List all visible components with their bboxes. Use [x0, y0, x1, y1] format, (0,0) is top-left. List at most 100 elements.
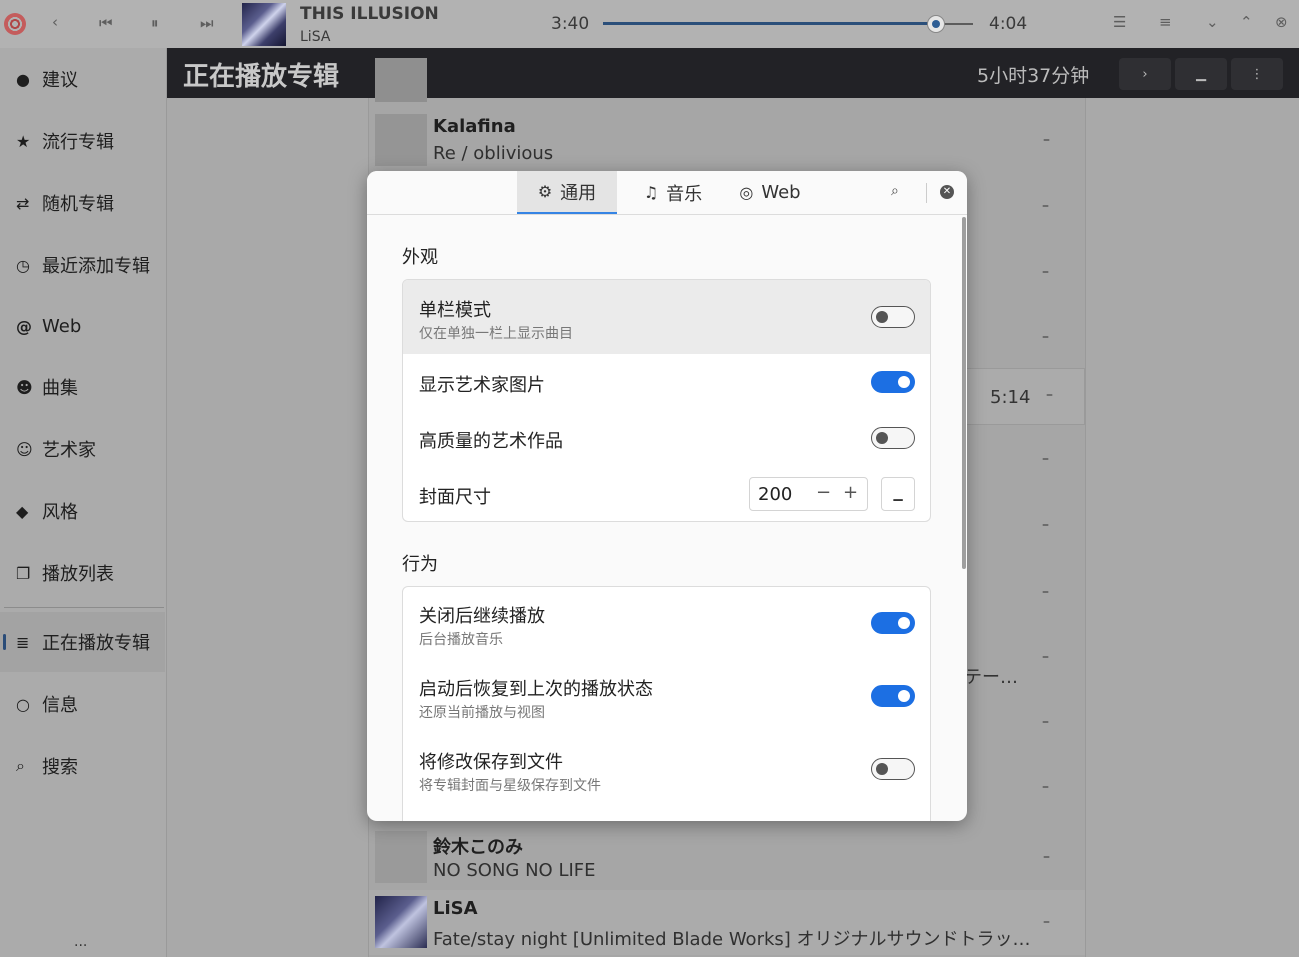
close-window-icon[interactable]: ⊗: [1275, 15, 1288, 30]
pref-row-artist-images[interactable]: 显示艺术家图片: [403, 354, 930, 410]
sidebar-item-label: 最近添加专辑: [42, 256, 150, 277]
row-dash: –: [1042, 451, 1049, 467]
sidebar-item-recent-albums[interactable]: ◷ 最近添加专辑: [0, 235, 165, 295]
list-item[interactable]: 鈴木このみ NO SONG NO LIFE –: [369, 825, 1085, 890]
pref-label: 关闭后继续播放: [419, 606, 545, 627]
sidebar-item-label: 随机专辑: [42, 194, 114, 215]
people-icon: ☻: [16, 377, 33, 397]
sidebar-item-label: 正在播放专辑: [42, 633, 150, 654]
row-album: NO SONG NO LIFE: [433, 860, 596, 881]
pref-row-single-column[interactable]: 单栏模式 仅在单独一栏上显示曲目: [403, 280, 930, 354]
play-now-button[interactable]: ›: [1119, 58, 1171, 90]
tab-general[interactable]: ⚙ 通用: [517, 171, 617, 214]
more-options-button[interactable]: ⋮: [1231, 58, 1283, 90]
sidebar-item-label: 流行专辑: [42, 132, 114, 153]
appearance-card: 单栏模式 仅在单独一栏上显示曲目 显示艺术家图片 高质量的艺术作品 封面尺寸 2…: [402, 279, 931, 522]
sidebar-item-compilations[interactable]: ☻ 曲集: [0, 357, 165, 417]
search-icon[interactable]: ⌕: [891, 183, 899, 199]
section-title-behavior: 行为: [402, 554, 438, 575]
sidebar-item-search[interactable]: ⌕ 搜索: [0, 736, 165, 796]
pref-subtitle: 后台播放音乐: [419, 632, 503, 648]
menu-icon[interactable]: ≡: [1159, 15, 1172, 30]
pref-label: 单栏模式: [419, 300, 491, 321]
sidebar-item-label: 风格: [42, 502, 78, 523]
close-icon[interactable]: ✕: [940, 185, 954, 199]
pref-row-save-to-file[interactable]: 将修改保存到文件 将专辑封面与星级保存到文件: [403, 733, 930, 806]
row-dash: –: [1042, 584, 1049, 600]
row-dash: –: [1043, 132, 1050, 148]
restore-state-switch[interactable]: [871, 685, 915, 707]
pref-label: 高质量的艺术作品: [419, 431, 563, 452]
pref-label: 启动后恢复到上次的播放状态: [419, 679, 653, 700]
keep-playing-switch[interactable]: [871, 612, 915, 634]
row-album: Re / oblivious: [433, 143, 554, 164]
sidebar-item-artists[interactable]: ☺ 艺术家: [0, 419, 165, 479]
pref-subtitle: 将专辑封面与星级保存到文件: [419, 778, 601, 794]
queue-icon: ≣: [16, 632, 30, 652]
pref-row-keep-playing[interactable]: 关闭后继续播放 后台播放音乐: [403, 587, 930, 660]
decrement-button[interactable]: −: [816, 482, 831, 503]
music-note-icon: ♫: [643, 183, 659, 202]
row-artist: Kalafina: [433, 116, 516, 137]
cover-size-spinbox[interactable]: 200 − +: [749, 477, 868, 511]
pref-label: 封面尺寸: [419, 487, 491, 508]
increment-button[interactable]: +: [843, 482, 858, 503]
sidebar-item-web[interactable]: @ Web: [0, 296, 165, 356]
save-to-file-switch[interactable]: [871, 758, 915, 780]
artist-images-switch[interactable]: [871, 371, 915, 393]
list-item[interactable]: Kalafina Re / oblivious –: [369, 108, 1085, 173]
playqueue-icon[interactable]: ☰: [1113, 15, 1126, 30]
bulb-icon: ●: [16, 69, 30, 89]
row-duration: 5:14: [990, 387, 1031, 408]
shuffle-icon: ⇄: [16, 193, 30, 213]
reset-cover-size-button[interactable]: ▁: [881, 477, 915, 511]
hq-artwork-switch[interactable]: [871, 427, 915, 449]
lightbulb-icon: ○: [16, 694, 30, 714]
tag-icon: ◆: [16, 501, 29, 521]
brush-icon: ▁: [1196, 66, 1206, 82]
sidebar-item-playlists[interactable]: ❐ 播放列表: [0, 543, 165, 603]
clear-button[interactable]: ▁: [1175, 58, 1227, 90]
at-icon: @: [16, 316, 32, 336]
maximize-icon[interactable]: ⌃: [1240, 15, 1253, 30]
preferences-dialog: ⚙ 通用 ♫ 音乐 ◎ Web ⌕ ✕ 外观 单栏模式 仅在单独一栏上显示曲目 …: [367, 171, 967, 821]
row-album-fragment: テー…: [964, 667, 1018, 688]
row-artist: LiSA: [433, 898, 478, 919]
row-dash: –: [1046, 387, 1053, 403]
track-artist: LiSA: [300, 29, 331, 45]
pref-row-hq-artwork[interactable]: 高质量的艺术作品: [403, 410, 930, 466]
album-cover: [375, 114, 427, 166]
now-playing-cover[interactable]: [242, 3, 286, 46]
page-header: 正在播放专辑 5小时37分钟 › ▁ ⋮: [167, 48, 1299, 98]
sidebar-item-label: 艺术家: [42, 440, 96, 461]
back-icon[interactable]: ‹: [52, 15, 58, 30]
dialog-scrollbar[interactable]: [962, 217, 966, 569]
tab-label: 通用: [560, 182, 597, 204]
previous-track-icon[interactable]: ⏮: [99, 16, 113, 31]
sidebar-item-info[interactable]: ○ 信息: [0, 674, 165, 734]
album-cover: [375, 831, 427, 883]
pause-icon[interactable]: ⏸: [151, 16, 159, 31]
single-column-switch[interactable]: [871, 306, 915, 328]
next-track-icon[interactable]: ⏭: [200, 16, 214, 31]
sidebar-item-now-playing-album[interactable]: ≣ 正在播放专辑: [0, 612, 165, 672]
sidebar-more[interactable]: ...: [74, 934, 87, 950]
cover-size-value[interactable]: 200: [758, 484, 792, 505]
pref-subtitle: 仅在单独一栏上显示曲目: [419, 326, 573, 342]
sidebar-item-label: 搜索: [42, 757, 78, 778]
row-dash: –: [1042, 198, 1049, 214]
pref-row-restore-state[interactable]: 启动后恢复到上次的播放状态 还原当前播放与视图: [403, 660, 930, 733]
list-item[interactable]: LiSA Fate/stay night [Unlimited Blade Wo…: [369, 890, 1085, 955]
sidebar-item-genres[interactable]: ◆ 风格: [0, 481, 165, 541]
tab-music[interactable]: ♫ 音乐: [623, 171, 723, 214]
seek-handle[interactable]: [927, 15, 945, 33]
pref-subtitle: 还原当前播放与视图: [419, 705, 545, 721]
tab-web[interactable]: ◎ Web: [725, 171, 815, 214]
sidebar-item-suggestions[interactable]: ● 建议: [0, 49, 165, 109]
sidebar-item-random-albums[interactable]: ⇄ 随机专辑: [0, 173, 165, 233]
sidebar-item-label: 信息: [42, 695, 78, 716]
minimize-icon[interactable]: ⌄: [1206, 15, 1219, 30]
list-item[interactable]: [369, 58, 1085, 102]
sidebar: ● 建议 ★ 流行专辑 ⇄ 随机专辑 ◷ 最近添加专辑 @ Web ☻ 曲集 ☺…: [0, 48, 167, 957]
sidebar-item-top-albums[interactable]: ★ 流行专辑: [0, 111, 165, 171]
